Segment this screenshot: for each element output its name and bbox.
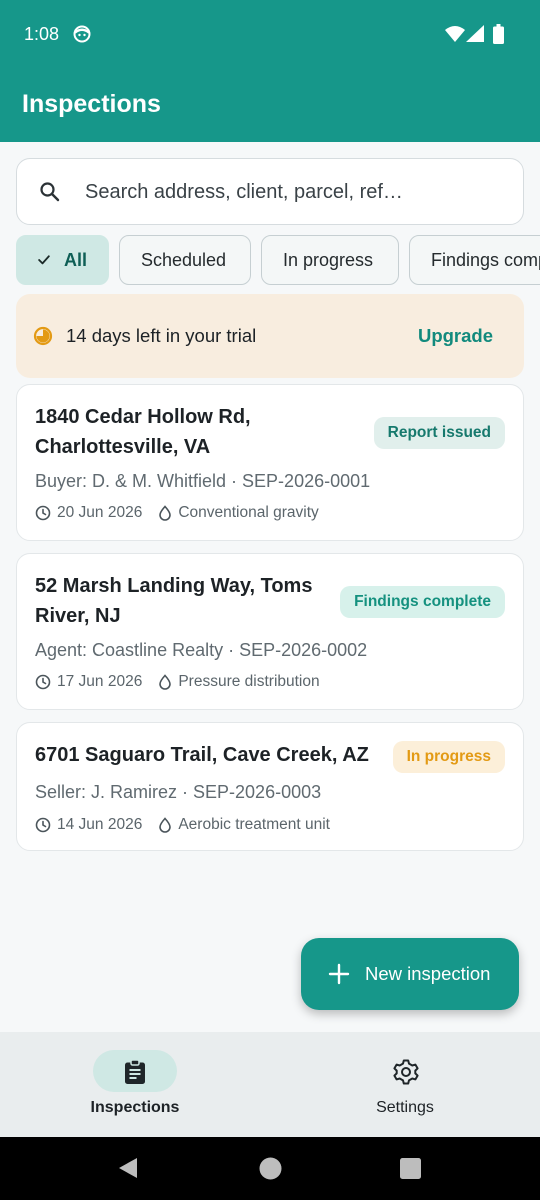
bottom-navigation: Inspections Settings (0, 1032, 540, 1137)
status-bar: 1:08 (0, 0, 540, 70)
inspection-subtitle: Seller: J. Ramirez · SEP-2026-0003 (35, 782, 322, 802)
status-badge: In progress (392, 741, 505, 773)
filter-chip-label: In progress (283, 249, 374, 270)
notification-face-icon (73, 25, 91, 43)
filter-chips: All Scheduled In progress Findings compl… (0, 235, 540, 285)
trial-message: 14 days left in your trial (66, 325, 257, 346)
cellular-signal-icon (466, 25, 484, 42)
trial-banner: 14 days left in your trial Upgrade (16, 294, 524, 378)
wifi-icon (445, 26, 465, 42)
home-icon[interactable] (259, 1157, 282, 1180)
clock-icon (35, 674, 51, 690)
water-drop-icon (159, 817, 172, 833)
inspection-date: 20 Jun 2026 (57, 504, 143, 521)
water-drop-icon (159, 674, 172, 690)
nav-item-inspections[interactable]: Inspections (0, 1032, 270, 1137)
battery-icon (493, 24, 504, 44)
plus-icon (328, 963, 350, 985)
nav-item-settings[interactable]: Settings (270, 1032, 540, 1137)
filter-chip-all[interactable]: All (16, 235, 109, 285)
inspection-address: 1840 Cedar Hollow Rd, Charlottesville, V… (35, 406, 251, 458)
inspection-meta: 17 Jun 2026 Pressure distribution (35, 673, 320, 691)
filter-chip-scheduled[interactable]: Scheduled (119, 235, 251, 285)
new-inspection-label: New inspection (365, 963, 491, 984)
inspection-card[interactable]: 1840 Cedar Hollow Rd, Charlottesville, V… (16, 384, 524, 541)
inspection-meta: 14 Jun 2026 Aerobic treatment unit (35, 816, 330, 834)
page-title: Inspections (22, 90, 161, 118)
inspection-card[interactable]: 52 Marsh Landing Way, Toms River, NJ Fin… (16, 553, 524, 710)
water-drop-icon (159, 505, 172, 521)
septic-system-type: Pressure distribution (178, 673, 320, 690)
upgrade-button[interactable]: Upgrade (418, 325, 493, 347)
nav-label: Settings (376, 1099, 434, 1116)
gear-icon (393, 1059, 419, 1085)
inspection-subtitle: Buyer: D. & M. Whitfield · SEP-2026-0001 (35, 471, 371, 491)
clock-icon (35, 505, 51, 521)
new-inspection-button[interactable]: New inspection (301, 938, 519, 1010)
filter-chip-in-progress[interactable]: In progress (261, 235, 399, 285)
back-icon[interactable] (117, 1156, 139, 1180)
inspection-subtitle: Agent: Coastline Realty · SEP-2026-0002 (35, 640, 368, 660)
timer-icon (33, 326, 53, 346)
filter-chip-label: Scheduled (141, 249, 227, 270)
inspection-address: 6701 Saguaro Trail, Cave Creek, AZ (35, 744, 369, 766)
septic-system-type: Aerobic treatment unit (178, 816, 330, 833)
status-badge: Report issued (373, 417, 505, 449)
recent-apps-icon[interactable] (400, 1158, 421, 1179)
status-time: 1:08 (24, 24, 60, 44)
search-box[interactable] (16, 158, 524, 225)
inspection-date: 14 Jun 2026 (57, 816, 143, 833)
inspection-meta: 20 Jun 2026 Conventional gravity (35, 504, 319, 522)
clipboard-icon (125, 1059, 145, 1084)
app-bar: Inspections (0, 70, 540, 142)
inspection-address: 52 Marsh Landing Way, Toms River, NJ (35, 575, 313, 627)
clock-icon (35, 817, 51, 833)
septic-system-type: Conventional gravity (178, 504, 319, 521)
check-icon (38, 255, 50, 265)
inspection-card[interactable]: 6701 Saguaro Trail, Cave Creek, AZ In pr… (16, 722, 524, 851)
status-badge: Findings complete (340, 586, 505, 618)
inspection-date: 17 Jun 2026 (57, 673, 143, 690)
nav-label: Inspections (90, 1099, 180, 1116)
system-navigation-bar (0, 1137, 540, 1200)
search-icon (40, 182, 60, 202)
filter-chip-label: All (63, 249, 87, 270)
filter-chip-findings-complete[interactable]: Findings complete (409, 235, 540, 285)
search-input[interactable] (85, 173, 505, 211)
filter-chip-label: Findings complete (431, 249, 540, 270)
